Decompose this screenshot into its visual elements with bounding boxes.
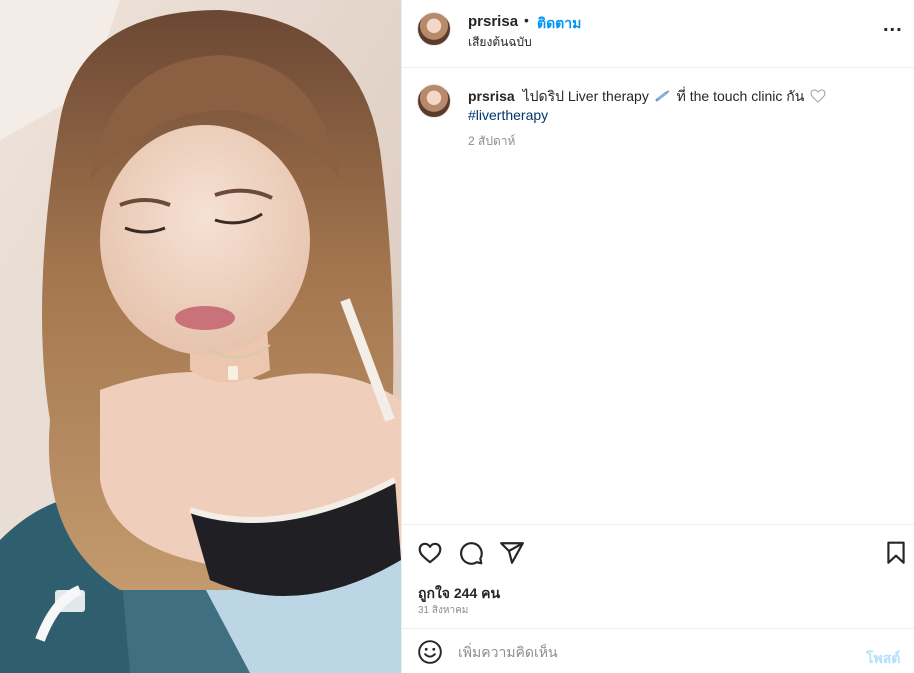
bookmark-icon[interactable] xyxy=(883,540,909,566)
caption-username[interactable]: prsrisa xyxy=(468,88,515,104)
caption-part2: ที่ the touch clinic กัน xyxy=(676,88,805,104)
hashtag-link[interactable]: #livertherapy xyxy=(468,107,548,123)
more-options-icon[interactable]: ... xyxy=(883,14,903,37)
emoji-icon[interactable] xyxy=(417,639,443,665)
post-date[interactable]: 31 สิงหาคม xyxy=(418,603,468,618)
caption-area: prsrisa ไปดริป Liver therapy ที่ the tou… xyxy=(402,68,914,524)
caption-part1: ไปดริป Liver therapy xyxy=(522,88,649,104)
syringe-icon xyxy=(655,90,670,102)
post-photo xyxy=(0,0,401,673)
caption-text: prsrisa ไปดริป Liver therapy ที่ the tou… xyxy=(468,87,898,125)
audio-label[interactable]: เสียงต้นฉบับ xyxy=(468,33,532,52)
follow-button[interactable]: ติดตาม xyxy=(537,13,581,35)
post-media[interactable] xyxy=(0,0,401,673)
white-heart-icon xyxy=(810,89,826,103)
heart-icon[interactable] xyxy=(417,540,443,566)
username-link[interactable]: prsrisa xyxy=(468,13,518,30)
caption-avatar[interactable] xyxy=(417,84,451,118)
comment-input[interactable] xyxy=(458,639,848,665)
separator-dot: • xyxy=(524,12,529,28)
action-bar: ถูกใจ 244 คน 31 สิงหาคม xyxy=(402,524,914,628)
post-comment-button[interactable]: โพสต์ xyxy=(866,648,900,670)
likes-count[interactable]: ถูกใจ 244 คน xyxy=(418,583,500,605)
caption-timestamp[interactable]: 2 สัปดาห์ xyxy=(468,132,515,151)
share-icon[interactable] xyxy=(499,540,525,566)
comment-icon[interactable] xyxy=(458,540,484,566)
post-side-panel: prsrisa • ติดตาม เสียงต้นฉบับ ... prsris… xyxy=(401,0,914,673)
comment-bar: โพสต์ xyxy=(402,628,914,673)
post-header: prsrisa • ติดตาม เสียงต้นฉบับ ... xyxy=(402,0,914,68)
avatar[interactable] xyxy=(417,12,451,46)
